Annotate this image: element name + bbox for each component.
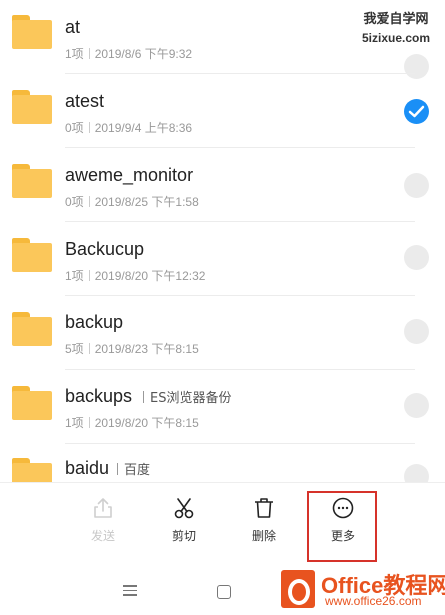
file-name: atest: [65, 91, 105, 111]
trash-icon: [255, 498, 273, 518]
action-toolbar: 发送 剪切 删除 更多: [0, 482, 445, 567]
file-name: at: [65, 17, 81, 37]
watermark: 我爱自学网 5izixue.com: [362, 8, 430, 45]
send-button[interactable]: 发送: [73, 497, 133, 557]
share-icon: [94, 498, 112, 518]
office-logo-icon: [281, 570, 315, 608]
home-icon[interactable]: [217, 585, 231, 599]
delete-label: 删除: [251, 529, 276, 543]
select-checkbox[interactable]: [404, 245, 429, 270]
folder-tag: ES浏览器备份: [143, 387, 231, 406]
folder-icon: [12, 164, 52, 198]
file-row-backup[interactable]: backup 5项 2019/8/23 下午8:15: [0, 296, 445, 370]
select-checkbox[interactable]: [404, 393, 429, 418]
item-count: 0项: [65, 195, 84, 209]
checkmark-icon: [408, 105, 425, 118]
modified-date: 2019/8/6 下午9:32: [94, 47, 193, 61]
folder-icon: [12, 312, 52, 346]
send-label: 发送: [90, 529, 115, 543]
watermark-line1: 我爱自学网: [363, 12, 429, 27]
file-name: backup: [65, 312, 124, 332]
file-meta: 1项 2019/8/20 下午12:32: [65, 267, 205, 284]
item-count: 5项: [65, 342, 84, 356]
modified-date: 2019/8/23 下午8:15: [94, 342, 199, 356]
select-checkbox[interactable]: [404, 319, 429, 344]
file-meta: 1项 2019/8/20 下午8:15: [65, 414, 199, 431]
modified-date: 2019/8/25 下午1:58: [94, 195, 199, 209]
folder-icon: [12, 15, 52, 49]
scissors-icon: [174, 498, 194, 519]
file-meta: 1项 2019/8/6 下午9:32: [65, 45, 192, 62]
file-row-backups[interactable]: backups ES浏览器备份 1项 2019/8/20 下午8:15: [0, 370, 445, 444]
file-name: Backucup: [65, 239, 145, 259]
cut-button[interactable]: 剪切: [154, 497, 214, 557]
more-button-highlight: [307, 491, 377, 562]
item-count: 1项: [65, 47, 84, 61]
file-row-baidu[interactable]: baidu 百度: [0, 444, 445, 482]
file-name: aweme_monitor: [65, 165, 194, 185]
file-meta: 0项 2019/8/25 下午1:58: [65, 193, 199, 210]
file-meta: 0项 2019/9/4 上午8:36: [65, 119, 192, 136]
folder-tag: 百度: [117, 459, 150, 478]
file-row-backucup[interactable]: Backucup 1项 2019/8/20 下午12:32: [0, 222, 445, 296]
file-meta: 5项 2019/8/23 下午8:15: [65, 340, 199, 357]
select-checkbox[interactable]: [404, 464, 429, 482]
folder-icon: [12, 238, 52, 272]
file-list: at 1项 2019/8/6 下午9:32 atest 0项 2019/9/4 上午…: [0, 0, 445, 482]
folder-tag-text: ES浏览器备份: [150, 391, 232, 406]
modified-date: 2019/8/20 下午12:32: [94, 269, 206, 283]
logo-url: www.office26.com: [325, 594, 422, 608]
file-name: baidu: [65, 458, 110, 478]
folder-tag-text: 百度: [124, 463, 151, 478]
item-count: 1项: [65, 269, 84, 283]
cut-label: 剪切: [171, 529, 196, 543]
item-count: 0项: [65, 121, 84, 135]
office-logo: Office教程网 www.office26.com: [275, 566, 445, 613]
file-name: backups: [65, 386, 133, 406]
file-row-aweme-monitor[interactable]: aweme_monitor 0项 2019/8/25 下午1:58: [0, 148, 445, 222]
menu-icon[interactable]: [123, 585, 137, 599]
watermark-line2: 5izixue.com: [362, 31, 431, 45]
item-count: 1项: [65, 416, 84, 430]
folder-icon: [12, 458, 52, 482]
modified-date: 2019/9/4 上午8:36: [94, 121, 193, 135]
folder-icon: [12, 90, 52, 124]
select-checkbox[interactable]: [404, 173, 429, 198]
modified-date: 2019/8/20 下午8:15: [94, 416, 199, 430]
folder-icon: [12, 386, 52, 420]
file-row-atest[interactable]: atest 0项 2019/9/4 上午8:36: [0, 74, 445, 148]
delete-button[interactable]: 删除: [234, 497, 294, 557]
select-checkbox-checked[interactable]: [404, 99, 429, 124]
